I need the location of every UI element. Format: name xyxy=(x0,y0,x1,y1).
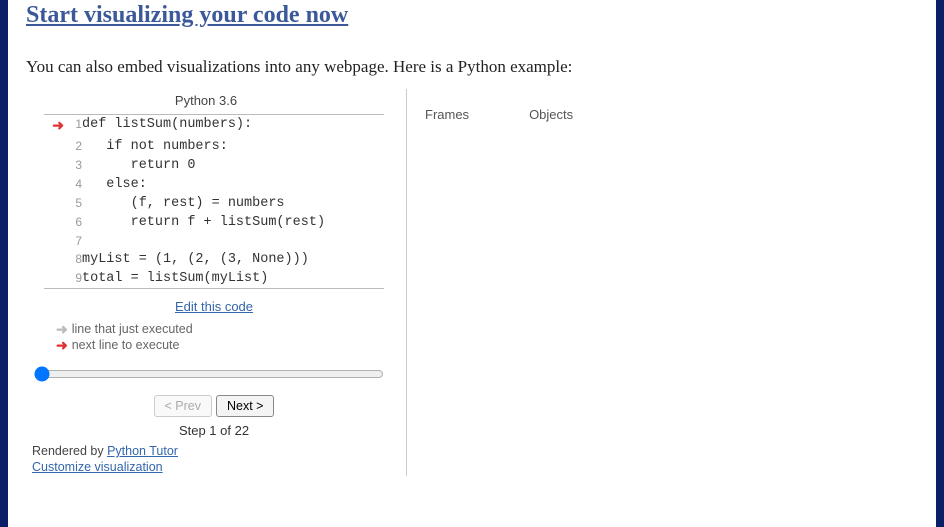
line-number: 2 xyxy=(64,137,82,156)
line-number: 8 xyxy=(64,250,82,269)
intro-text: You can also embed visualizations into a… xyxy=(26,57,918,77)
line-number: 5 xyxy=(64,194,82,213)
line-arrow-cell xyxy=(44,156,64,175)
step-slider-wrap xyxy=(32,364,382,387)
line-number: 9 xyxy=(64,269,82,289)
code-line: 5 (f, rest) = numbers xyxy=(44,194,384,213)
step-indicator: Step 1 of 22 xyxy=(44,423,384,438)
code-line: 7 xyxy=(44,232,384,250)
legend-next-to-execute: ➜ next line to execute xyxy=(56,338,193,352)
code-text: (f, rest) = numbers xyxy=(82,194,384,213)
edit-code-link[interactable]: Edit this code xyxy=(175,299,253,314)
language-label: Python 3.6 xyxy=(26,89,386,108)
line-arrow-cell xyxy=(44,250,64,269)
code-line: 6 return f + listSum(rest) xyxy=(44,213,384,232)
footer-links: Rendered by Python Tutor Customize visua… xyxy=(32,444,178,476)
headline-link[interactable]: Start visualizing your code now xyxy=(26,0,918,29)
next-button[interactable]: Next > xyxy=(216,395,274,417)
code-listing: ➜1def listSum(numbers):2 if not numbers:… xyxy=(44,114,384,289)
code-pane: Python 3.6 ➜1def listSum(numbers):2 if n… xyxy=(26,89,386,476)
rendered-by-prefix: Rendered by xyxy=(32,444,107,458)
current-line-arrow-icon: ➜ xyxy=(52,119,64,134)
code-line: ➜1def listSum(numbers): xyxy=(44,115,384,138)
code-line: 2 if not numbers: xyxy=(44,137,384,156)
nav-buttons: < Prev Next > xyxy=(44,395,384,417)
arrow-red-icon: ➜ xyxy=(56,338,68,352)
legend-just-executed-label: line that just executed xyxy=(72,322,193,336)
line-number: 7 xyxy=(64,232,82,250)
prev-button[interactable]: < Prev xyxy=(154,395,212,417)
code-line: 4 else: xyxy=(44,175,384,194)
code-text: total = listSum(myList) xyxy=(82,269,384,289)
line-arrow-cell xyxy=(44,213,64,232)
line-number: 6 xyxy=(64,213,82,232)
customize-link[interactable]: Customize visualization xyxy=(32,460,163,474)
edit-code-link-wrap: Edit this code xyxy=(44,299,384,314)
legend: ➜ line that just executed ➜ next line to… xyxy=(56,322,193,354)
line-number: 3 xyxy=(64,156,82,175)
legend-next-to-execute-label: next line to execute xyxy=(72,338,180,352)
page-content: Start visualizing your code now You can … xyxy=(0,0,944,527)
arrow-gray-icon: ➜ xyxy=(56,322,68,336)
memory-pane: Frames Objects xyxy=(406,89,573,476)
line-arrow-cell xyxy=(44,232,64,250)
line-arrow-cell xyxy=(44,175,64,194)
step-slider[interactable] xyxy=(34,366,384,382)
visualizer: Python 3.6 ➜1def listSum(numbers):2 if n… xyxy=(26,89,918,476)
code-line: 8myList = (1, (2, (3, None))) xyxy=(44,250,384,269)
line-arrow-cell xyxy=(44,269,64,289)
line-number: 1 xyxy=(64,115,82,138)
code-line: 3 return 0 xyxy=(44,156,384,175)
code-text: else: xyxy=(82,175,384,194)
legend-just-executed: ➜ line that just executed xyxy=(56,322,193,336)
code-text: def listSum(numbers): xyxy=(82,115,384,138)
code-line: 9total = listSum(myList) xyxy=(44,269,384,289)
rendered-by: Rendered by Python Tutor xyxy=(32,444,178,458)
objects-heading: Objects xyxy=(529,107,573,122)
code-text xyxy=(82,232,384,250)
code-text: if not numbers: xyxy=(82,137,384,156)
line-arrow-cell xyxy=(44,194,64,213)
line-arrow-cell xyxy=(44,137,64,156)
code-text: return 0 xyxy=(82,156,384,175)
line-number: 4 xyxy=(64,175,82,194)
frames-heading: Frames xyxy=(425,107,469,122)
code-text: return f + listSum(rest) xyxy=(82,213,384,232)
python-tutor-link[interactable]: Python Tutor xyxy=(107,444,178,458)
code-text: myList = (1, (2, (3, None))) xyxy=(82,250,384,269)
line-arrow-cell: ➜ xyxy=(44,115,64,138)
